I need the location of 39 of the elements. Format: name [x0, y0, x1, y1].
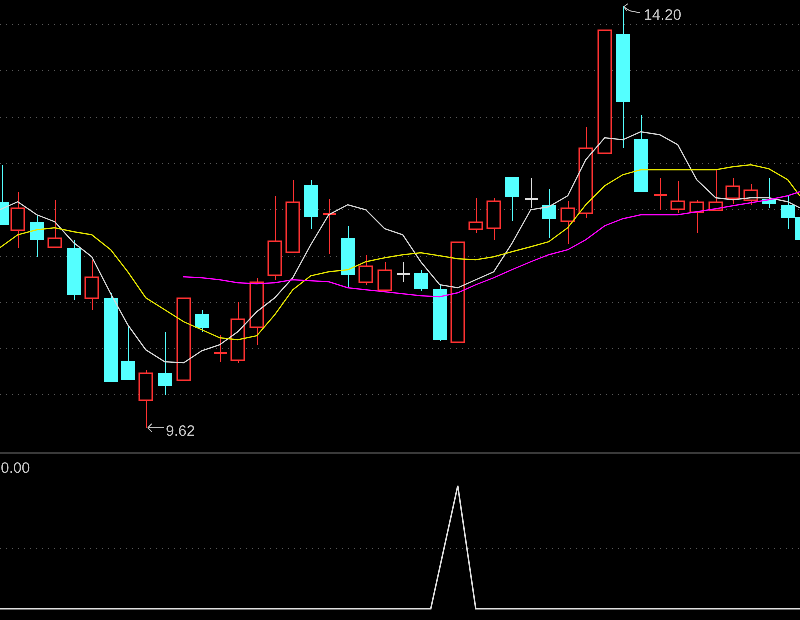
- candlestick: [84, 260, 100, 310]
- candlestick: [670, 180, 686, 214]
- candlestick: [654, 178, 667, 210]
- candlestick: [230, 302, 246, 364]
- candlestick: [30, 214, 44, 258]
- candlestick: [690, 200, 704, 234]
- candlestick: [708, 170, 724, 212]
- candlestick: [433, 284, 447, 342]
- candlestick: [744, 184, 758, 206]
- candlestick: [505, 176, 519, 222]
- leader-line: [624, 4, 640, 14]
- candlestick: [214, 334, 227, 362]
- candlestick: [250, 278, 264, 346]
- candlestick: [486, 198, 502, 240]
- candlestick: [358, 254, 374, 286]
- candlestick: [304, 180, 318, 230]
- candlestick: [121, 324, 135, 380]
- candlestick: [0, 164, 9, 226]
- candlestick: [397, 262, 410, 282]
- candlestick: [10, 192, 26, 248]
- candlestick: [67, 240, 81, 300]
- candlestick: [542, 188, 556, 238]
- candlestick: [195, 310, 209, 332]
- candlestick: [414, 270, 428, 292]
- candlestick: [378, 262, 392, 292]
- candlestick: [48, 200, 62, 248]
- candlestick: [525, 178, 538, 208]
- candlestick: [762, 178, 776, 208]
- candlestick: [138, 370, 154, 428]
- low-price-label: 9.62: [166, 423, 196, 440]
- candlestick: [468, 198, 484, 234]
- candlestick: [560, 200, 576, 244]
- candlestick: [323, 198, 336, 254]
- leader-line: [148, 424, 164, 432]
- high-price-label: 14.20: [644, 7, 682, 24]
- candlestick: [726, 178, 740, 204]
- candlestick: [158, 332, 172, 396]
- candlestick: [341, 226, 355, 288]
- indicator-value-label: 0.00: [1, 460, 30, 477]
